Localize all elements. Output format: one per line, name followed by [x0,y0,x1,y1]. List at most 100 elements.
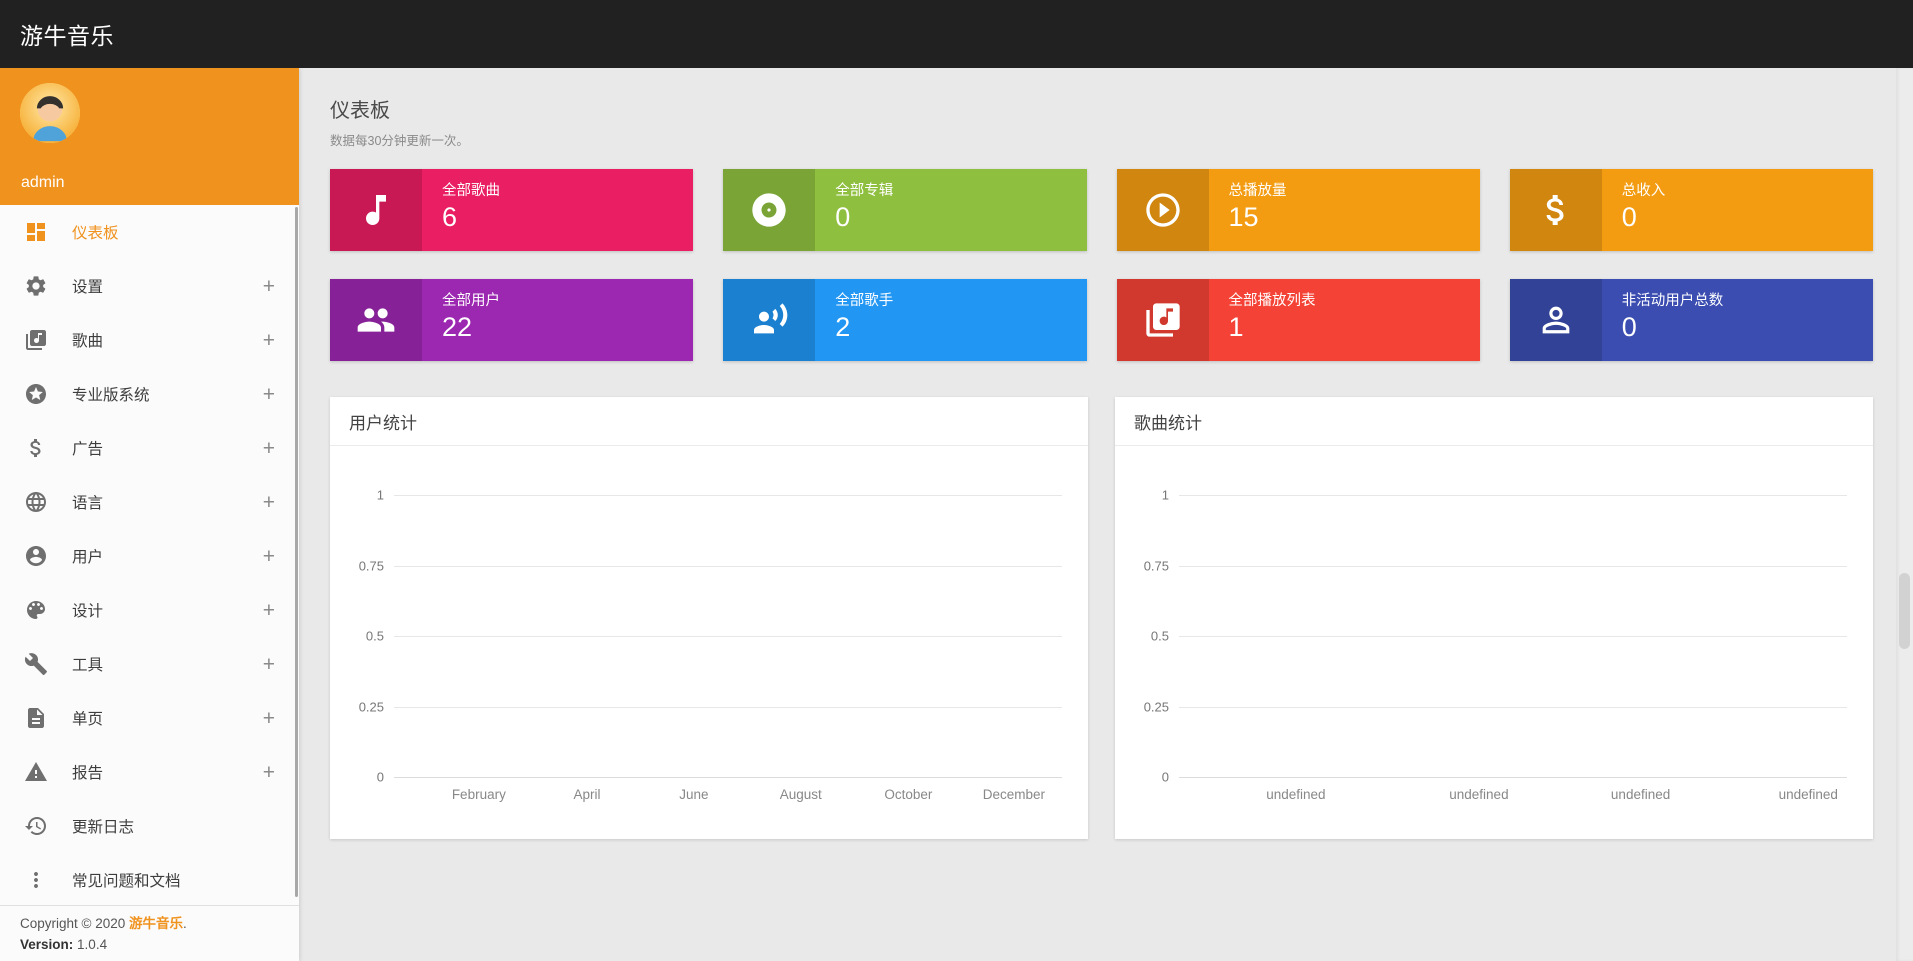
y-axis-tick-label: 1 [1123,488,1169,503]
sidebar-item-label: 更新日志 [72,815,275,837]
sidebar-item-8[interactable]: 工具+ [0,637,299,691]
x-axis-tick-label: June [679,787,708,802]
chart-body: 10.750.50.250undefinedundefinedundefined… [1115,446,1873,838]
stat-card-4: 全部用户 22 [330,279,693,361]
chart-body: 10.750.50.250FebruaryAprilJuneAugustOcto… [330,446,1088,838]
sidebar-scrollbar-thumb[interactable] [295,207,298,897]
sidebar-item-label: 语言 [72,491,263,513]
globe-icon [24,490,48,514]
sidebar-item-4[interactable]: 广告+ [0,421,299,475]
library-music-icon [1143,300,1183,340]
dashboard-icon [24,220,48,244]
sidebar-item-1[interactable]: 设置+ [0,259,299,313]
stat-card-2: 总播放量 15 [1117,169,1480,251]
stat-card-6: 全部播放列表1 [1117,279,1480,361]
sidebar-item-label: 用户 [72,545,263,567]
dollar-icon [24,436,48,460]
sidebar-item-9[interactable]: 单页+ [0,691,299,745]
stat-card-icon-area [1510,169,1602,251]
main-scrollbar-thumb[interactable] [1899,573,1910,649]
sidebar-item-5[interactable]: 语言+ [0,475,299,529]
avatar [20,83,80,143]
gridline [1179,707,1847,708]
x-axis-tick-label: undefined [1779,787,1838,802]
stat-card-label: 全部播放列表 [1229,293,1316,310]
expand-plus-icon: + [263,654,275,675]
main-scrollbar-track [1896,68,1913,961]
sidebar-item-label: 工具 [72,653,263,675]
expand-plus-icon: + [263,708,275,729]
y-axis-tick-label: 0.5 [338,629,384,644]
sidebar-item-label: 常见问题和文档 [72,869,275,891]
sidebar-item-10[interactable]: 报告+ [0,745,299,799]
stat-card-label: 总播放量 [1229,183,1287,200]
stat-card-icon-area [723,169,815,251]
sidebar-item-11[interactable]: 更新日志 [0,799,299,853]
stat-card-icon-area [330,169,422,251]
gridline [1179,777,1847,778]
stat-card-icon-area [330,279,422,361]
sidebar-item-0[interactable]: 仪表板 [0,205,299,259]
stat-card-value: 0 [1622,313,1724,343]
stat-card-value: 0 [1622,203,1666,233]
top-navbar: 游牛音乐 [0,0,1913,68]
version-label: Version: [20,937,73,952]
stat-card-3: 总收入0 [1510,169,1873,251]
footer-brand-link[interactable]: 游牛音乐 [129,916,183,931]
sidebar-user-panel: admin [0,68,299,205]
stat-card-value: 0 [835,203,893,233]
sidebar-item-7[interactable]: 设计+ [0,583,299,637]
library-music-icon [24,328,48,352]
stat-card-icon-area [1117,279,1209,361]
y-axis-tick-label: 0.5 [1123,629,1169,644]
stat-card-0: 全部歌曲6 [330,169,693,251]
palette-icon [24,598,48,622]
y-axis-tick-label: 1 [338,488,384,503]
sidebar: admin 仪表板设置+歌曲+专业版系统+广告+语言+用户+设计+工具+单页+报… [0,68,299,961]
brand-logo[interactable]: 游牛音乐 [20,17,114,51]
stat-card-value: 22 [442,313,500,343]
x-axis-tick-label: December [983,787,1045,802]
stat-card-7: 非活动用户总数0 [1510,279,1873,361]
stat-card-label: 全部歌手 [835,293,893,310]
chart-title: 用户统计 [330,397,1088,446]
chart-plot-area: 10.750.50.250undefinedundefinedundefined… [1179,495,1847,777]
sidebar-item-label: 仪表板 [72,221,275,243]
stat-card-label: 全部用户 [442,293,500,310]
dollar-icon [1536,190,1576,230]
sidebar-item-12[interactable]: 常见问题和文档 [0,853,299,905]
sidebar-item-label: 设置 [72,275,263,297]
stat-card-icon-area [723,279,815,361]
person-circle-icon [24,544,48,568]
stat-card-label: 全部专辑 [835,183,893,200]
gridline [394,777,1062,778]
charts-grid: 用户统计10.750.50.250FebruaryAprilJuneAugust… [330,397,1873,839]
y-axis-tick-label: 0.25 [338,699,384,714]
stat-card-icon-area [1510,279,1602,361]
x-axis-tick-label: February [452,787,506,802]
sidebar-item-2[interactable]: 歌曲+ [0,313,299,367]
expand-plus-icon: + [263,276,275,297]
expand-plus-icon: + [263,600,275,621]
stat-card-value: 15 [1229,203,1287,233]
page-title: 仪表板 [330,94,1873,123]
gridline [1179,495,1847,496]
sidebar-item-3[interactable]: 专业版系统+ [0,367,299,421]
y-axis-tick-label: 0.75 [338,558,384,573]
sidebar-footer: Copyright © 2020 游牛音乐. Version: 1.0.4 [0,905,299,961]
y-axis-tick-label: 0.25 [1123,699,1169,714]
stat-card-value: 2 [835,313,893,343]
star-circle-icon [24,382,48,406]
expand-plus-icon: + [263,438,275,459]
main-content: 仪表板 数据每30分钟更新一次。 全部歌曲6全部专辑0总播放量15总收入0全部用… [299,68,1913,961]
sidebar-item-6[interactable]: 用户+ [0,529,299,583]
stat-card-1: 全部专辑 0 [723,169,1086,251]
copyright-suffix: . [183,916,187,931]
voice-over-icon [749,300,789,340]
expand-plus-icon: + [263,330,275,351]
sidebar-item-label: 设计 [72,599,263,621]
gridline [394,495,1062,496]
music-note-icon [356,190,396,230]
sidebar-item-label: 歌曲 [72,329,263,351]
gear-icon [24,274,48,298]
